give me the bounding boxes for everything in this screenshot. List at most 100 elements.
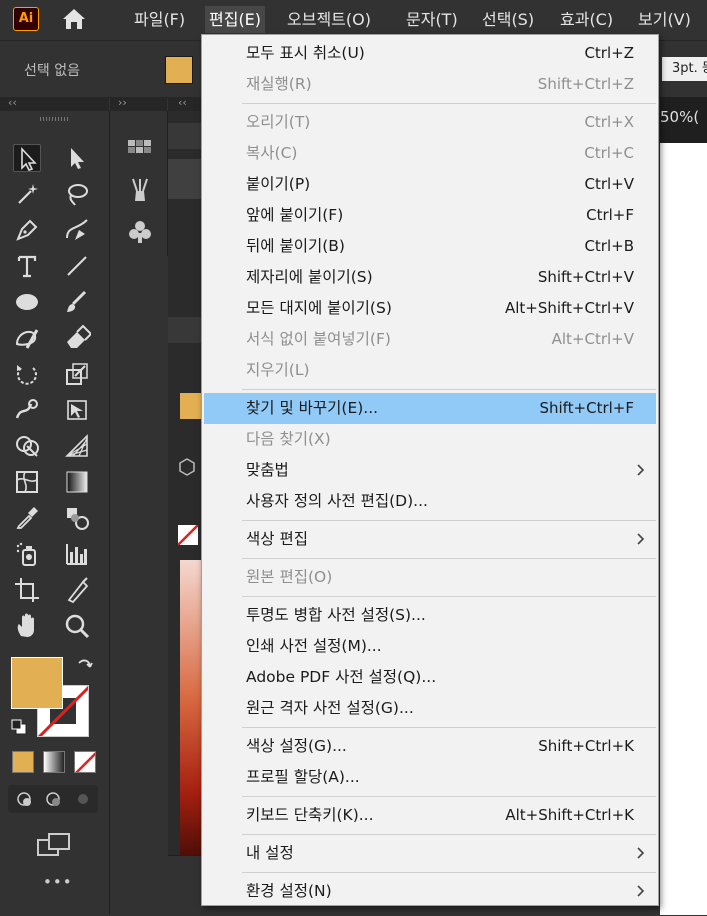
menu-3[interactable]: 문자(T)	[402, 6, 462, 33]
eraser-tool-icon[interactable]	[63, 324, 93, 352]
menu-item[interactable]: 다음 찾기(X)	[204, 424, 656, 455]
menu-item[interactable]: 색상 편집	[204, 524, 656, 555]
menu-item[interactable]: Adobe PDF 사전 설정(Q)...	[204, 662, 656, 693]
hand-tool-icon[interactable]	[13, 612, 41, 640]
menu-item[interactable]: 찾기 및 바꾸기(E)... Shift+Ctrl+F	[204, 393, 656, 424]
menu-item[interactable]: 맞춤법	[204, 455, 656, 486]
menu-item[interactable]: 환경 설정(N)	[204, 876, 656, 907]
menu-item[interactable]: 앞에 붙이기(F) Ctrl+F	[204, 200, 656, 231]
menu-0[interactable]: 파일(F)	[130, 6, 189, 33]
curvature-tool-icon[interactable]	[63, 216, 91, 244]
scale-tool-icon[interactable]	[63, 360, 91, 388]
menu-item-label: 인쇄 사전 설정(M)...	[246, 637, 382, 655]
menu-item[interactable]: 복사(C) Ctrl+C	[204, 138, 656, 169]
menu-item[interactable]: 뒤에 붙이기(B) Ctrl+B	[204, 231, 656, 262]
menu-item[interactable]: 프로필 할당(A)...	[204, 762, 656, 793]
selection-tool-icon[interactable]	[13, 144, 41, 172]
line-segment-tool-icon[interactable]	[63, 252, 91, 280]
artboard-tool-icon[interactable]	[13, 576, 41, 604]
draw-mode-icons[interactable]	[8, 785, 98, 813]
menu-item[interactable]: 모두 표시 취소(U) Ctrl+Z	[204, 38, 656, 69]
menu-item[interactable]: 인쇄 사전 설정(M)...	[204, 631, 656, 662]
swatches-panel-icon[interactable]	[127, 139, 153, 161]
menu-6[interactable]: 보기(V)	[634, 6, 695, 33]
symbol-sprayer-tool-icon[interactable]	[13, 540, 41, 568]
zoom-level[interactable]: 50%(	[660, 97, 707, 143]
menu-item[interactable]: 제자리에 붙이기(S) Shift+Ctrl+V	[204, 262, 656, 293]
none-mode-button[interactable]	[74, 751, 96, 773]
menu-item[interactable]: 지우기(L)	[204, 355, 656, 386]
menu-item[interactable]: 내 설정	[204, 838, 656, 869]
menu-separator	[242, 834, 656, 835]
magic-wand-tool-icon[interactable]	[13, 180, 41, 208]
menu-item[interactable]: 투명도 병합 사전 설정(S)...	[204, 600, 656, 631]
stroke-weight-field[interactable]: 3pt. 둥	[662, 57, 707, 81]
panel-tab[interactable]	[168, 317, 202, 343]
eyedropper-tool-icon[interactable]	[13, 504, 41, 532]
panel-collapse-bar[interactable]: ››	[110, 96, 167, 111]
shape-builder-tool-icon[interactable]	[13, 432, 41, 460]
screen-mode-icon[interactable]	[36, 831, 72, 859]
menu-item-label: 원근 격자 사전 설정(G)...	[246, 699, 414, 717]
rotate-tool-icon[interactable]	[13, 360, 41, 388]
menu-item-label: 복사(C)	[246, 144, 298, 162]
fill-swatch-small[interactable]	[180, 393, 202, 419]
fill-swatch[interactable]	[165, 56, 193, 84]
menu-item[interactable]: 색상 설정(G)... Shift+Ctrl+K	[204, 731, 656, 762]
menu-separator	[242, 389, 656, 390]
zoom-tool-icon[interactable]	[63, 612, 91, 640]
menu-item[interactable]: 붙이기(P) Ctrl+V	[204, 169, 656, 200]
column-graph-tool-icon[interactable]	[63, 540, 91, 568]
menu-item-shortcut: Alt+Ctrl+V	[551, 330, 634, 348]
menu-item[interactable]: 키보드 단축키(K)... Alt+Shift+Ctrl+K	[204, 800, 656, 831]
expand-icon[interactable]: ››	[118, 96, 127, 109]
warp-tool-icon[interactable]	[13, 396, 41, 424]
toolbar-grip[interactable]	[40, 117, 70, 121]
menu-5[interactable]: 효과(C)	[556, 6, 617, 33]
brushes-panel-icon[interactable]	[127, 177, 153, 203]
swap-colors-icon[interactable]	[76, 657, 94, 675]
3d-object-icon[interactable]	[178, 458, 196, 476]
menu-item[interactable]: 원본 편집(O)	[204, 562, 656, 593]
gradient-mode-button[interactable]	[43, 751, 65, 773]
blend-tool-icon[interactable]	[63, 504, 91, 532]
toolbar-collapse-bar[interactable]: ‹‹	[0, 96, 109, 111]
menu-item[interactable]: 원근 격자 사전 설정(G)...	[204, 693, 656, 724]
color-spectrum[interactable]	[180, 560, 202, 870]
menu-item-shortcut: Alt+Shift+Ctrl+V	[504, 299, 634, 317]
menu-item[interactable]: 오리기(T) Ctrl+X	[204, 107, 656, 138]
menu-item[interactable]: 사용자 정의 사전 편집(D)...	[204, 486, 656, 517]
more-tools-button[interactable]: •••	[43, 873, 73, 891]
panel-collapse-bar-2[interactable]: ‹‹	[168, 96, 202, 111]
free-transform-tool-icon[interactable]	[63, 396, 91, 424]
menu-item-shortcut: Ctrl+B	[584, 237, 634, 255]
menu-4[interactable]: 선택(S)	[478, 6, 538, 33]
menu-item[interactable]: 서식 없이 붙여넣기(F) Alt+Ctrl+V	[204, 324, 656, 355]
panel-tab[interactable]	[168, 123, 202, 149]
collapse-icon[interactable]: ‹‹	[8, 96, 17, 109]
ellipse-tool-icon[interactable]	[13, 288, 41, 316]
none-swatch[interactable]	[178, 525, 198, 545]
gradient-tool-icon[interactable]	[63, 468, 91, 496]
direct-selection-tool-icon[interactable]	[63, 144, 91, 172]
symbols-panel-icon[interactable]	[127, 219, 153, 245]
slice-tool-icon[interactable]	[63, 576, 91, 604]
color-mode-button[interactable]	[12, 751, 34, 773]
collapse-icon[interactable]: ‹‹	[178, 96, 187, 109]
lasso-tool-icon[interactable]	[63, 180, 91, 208]
artboard-canvas[interactable]	[660, 143, 707, 915]
menu-2[interactable]: 오브젝트(O)	[283, 6, 375, 33]
perspective-grid-tool-icon[interactable]	[63, 432, 91, 460]
shaper-tool-icon[interactable]	[13, 324, 41, 352]
mesh-tool-icon[interactable]	[13, 468, 41, 496]
home-icon[interactable]	[60, 6, 88, 32]
type-tool-icon[interactable]	[13, 252, 41, 280]
menu-item[interactable]: 재실행(R) Shift+Ctrl+Z	[204, 69, 656, 100]
paintbrush-tool-icon[interactable]	[63, 288, 91, 316]
menu-1[interactable]: 편집(E)	[205, 6, 266, 33]
default-colors-icon[interactable]	[11, 719, 27, 735]
fill-color-box[interactable]	[11, 657, 63, 709]
menu-item[interactable]: 모든 대지에 붙이기(S) Alt+Shift+Ctrl+V	[204, 293, 656, 324]
menu-item-shortcut: Ctrl+C	[584, 144, 634, 162]
pen-tool-icon[interactable]	[13, 216, 41, 244]
